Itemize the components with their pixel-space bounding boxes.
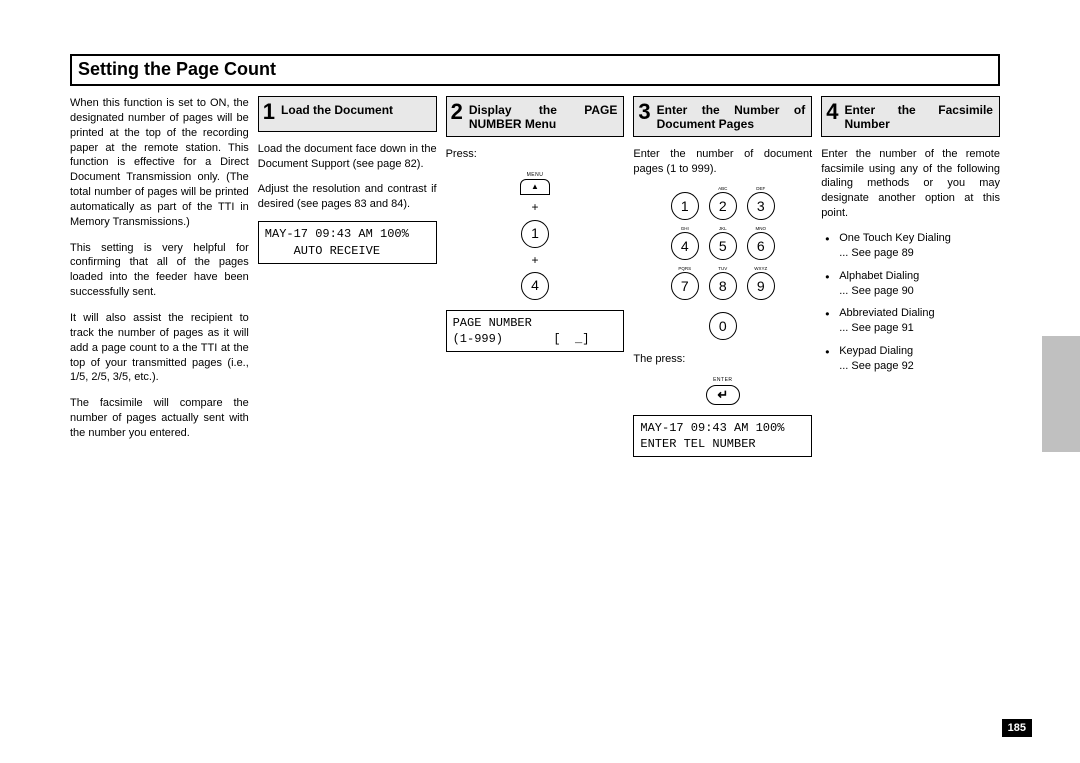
- step-text: Load the document face down in the Docum…: [258, 142, 437, 172]
- keypad-key-2[interactable]: 2: [709, 192, 737, 220]
- section-tab: [1042, 336, 1080, 452]
- enter-button-stack: ENTER ↵: [633, 377, 812, 405]
- step-2-header: 2 Display the PAGE NUMBER Menu: [446, 96, 625, 137]
- keypad-key-4[interactable]: 4: [521, 272, 549, 300]
- content-columns: When this function is set to ON, the des…: [70, 96, 1000, 467]
- step-text: Adjust the resolution and contrast if de…: [258, 182, 437, 212]
- numeric-keypad: 1 ABC2 DEF3 GHI4 JKL5 MNO6 PQRS7 TUV8 WX…: [633, 186, 812, 340]
- step-number: 1: [263, 101, 275, 123]
- step-4-column: 4 Enter the Facsimile Number Enter the n…: [821, 96, 1000, 467]
- intro-paragraph: This setting is very helpful for confirm…: [70, 241, 249, 300]
- menu-up-icon: ▲: [520, 179, 550, 195]
- keypad-key-1[interactable]: 1: [671, 192, 699, 220]
- plus-icon: +: [531, 252, 538, 268]
- step-1-column: 1 Load the Document Load the document fa…: [258, 96, 437, 467]
- list-item: Alphabet Dialing... See page 90: [839, 269, 1000, 299]
- step-1-header: 1 Load the Document: [258, 96, 437, 132]
- manual-page: 185 Setting the Page Count When this fun…: [0, 0, 1080, 763]
- step-number: 3: [638, 101, 650, 123]
- intro-paragraph: It will also assist the recipient to tra…: [70, 311, 249, 385]
- step-3-header: 3 Enter the Number of Document Pages: [633, 96, 812, 137]
- keypad-key-0[interactable]: 0: [709, 312, 737, 340]
- menu-button[interactable]: MENU ▲: [519, 172, 551, 196]
- plus-icon: +: [531, 199, 538, 215]
- list-item: Keypad Dialing... See page 92: [839, 344, 1000, 374]
- keypad-key-7[interactable]: 7: [671, 272, 699, 300]
- enter-label: ENTER: [713, 377, 732, 384]
- dialing-methods-list: One Touch Key Dialing... See page 89 Alp…: [821, 231, 1000, 374]
- keypad-key-6[interactable]: 6: [747, 232, 775, 260]
- lcd-display: PAGE NUMBER (1-999) [ _]: [446, 310, 625, 352]
- step-text: Enter the number of document pages (1 to…: [633, 147, 812, 177]
- keypad-key-4[interactable]: 4: [671, 232, 699, 260]
- keypad-key-5[interactable]: 5: [709, 232, 737, 260]
- step-number: 4: [826, 101, 838, 123]
- step-title: Load the Document: [281, 101, 393, 117]
- list-item: Abbreviated Dialing... See page 91: [839, 306, 1000, 336]
- key-sequence: MENU ▲ + 1 + 4: [446, 172, 625, 300]
- step-text: Enter the number of the remote facsimile…: [821, 147, 1000, 221]
- lcd-display: MAY-17 09:43 AM 100% AUTO RECEIVE: [258, 221, 437, 263]
- enter-button[interactable]: ↵: [706, 385, 740, 405]
- intro-paragraph: The facsimile will compare the number of…: [70, 396, 249, 441]
- then-press-label: The press:: [633, 352, 812, 367]
- page-title-bar: Setting the Page Count: [70, 54, 1000, 86]
- step-4-header: 4 Enter the Facsimile Number: [821, 96, 1000, 137]
- keypad-key-9[interactable]: 9: [747, 272, 775, 300]
- keypad-key-8[interactable]: 8: [709, 272, 737, 300]
- step-2-column: 2 Display the PAGE NUMBER Menu Press: ME…: [446, 96, 625, 467]
- page-title: Setting the Page Count: [78, 59, 992, 80]
- menu-label: MENU: [527, 172, 544, 179]
- intro-column: When this function is set to ON, the des…: [70, 96, 249, 467]
- lcd-display: MAY-17 09:43 AM 100% ENTER TEL NUMBER: [633, 415, 812, 457]
- enter-icon: ↵: [717, 386, 728, 404]
- list-item: One Touch Key Dialing... See page 89: [839, 231, 1000, 261]
- intro-paragraph: When this function is set to ON, the des…: [70, 96, 249, 230]
- keypad-key-1[interactable]: 1: [521, 220, 549, 248]
- press-label: Press:: [446, 147, 625, 162]
- step-number: 2: [451, 101, 463, 123]
- step-3-column: 3 Enter the Number of Document Pages Ent…: [633, 96, 812, 467]
- page-number: 185: [1002, 719, 1032, 737]
- step-title: Enter the Number of Document Pages: [657, 101, 806, 132]
- keypad-key-3[interactable]: 3: [747, 192, 775, 220]
- step-title: Enter the Facsimile Number: [844, 101, 993, 132]
- step-title: Display the PAGE NUMBER Menu: [469, 101, 618, 132]
